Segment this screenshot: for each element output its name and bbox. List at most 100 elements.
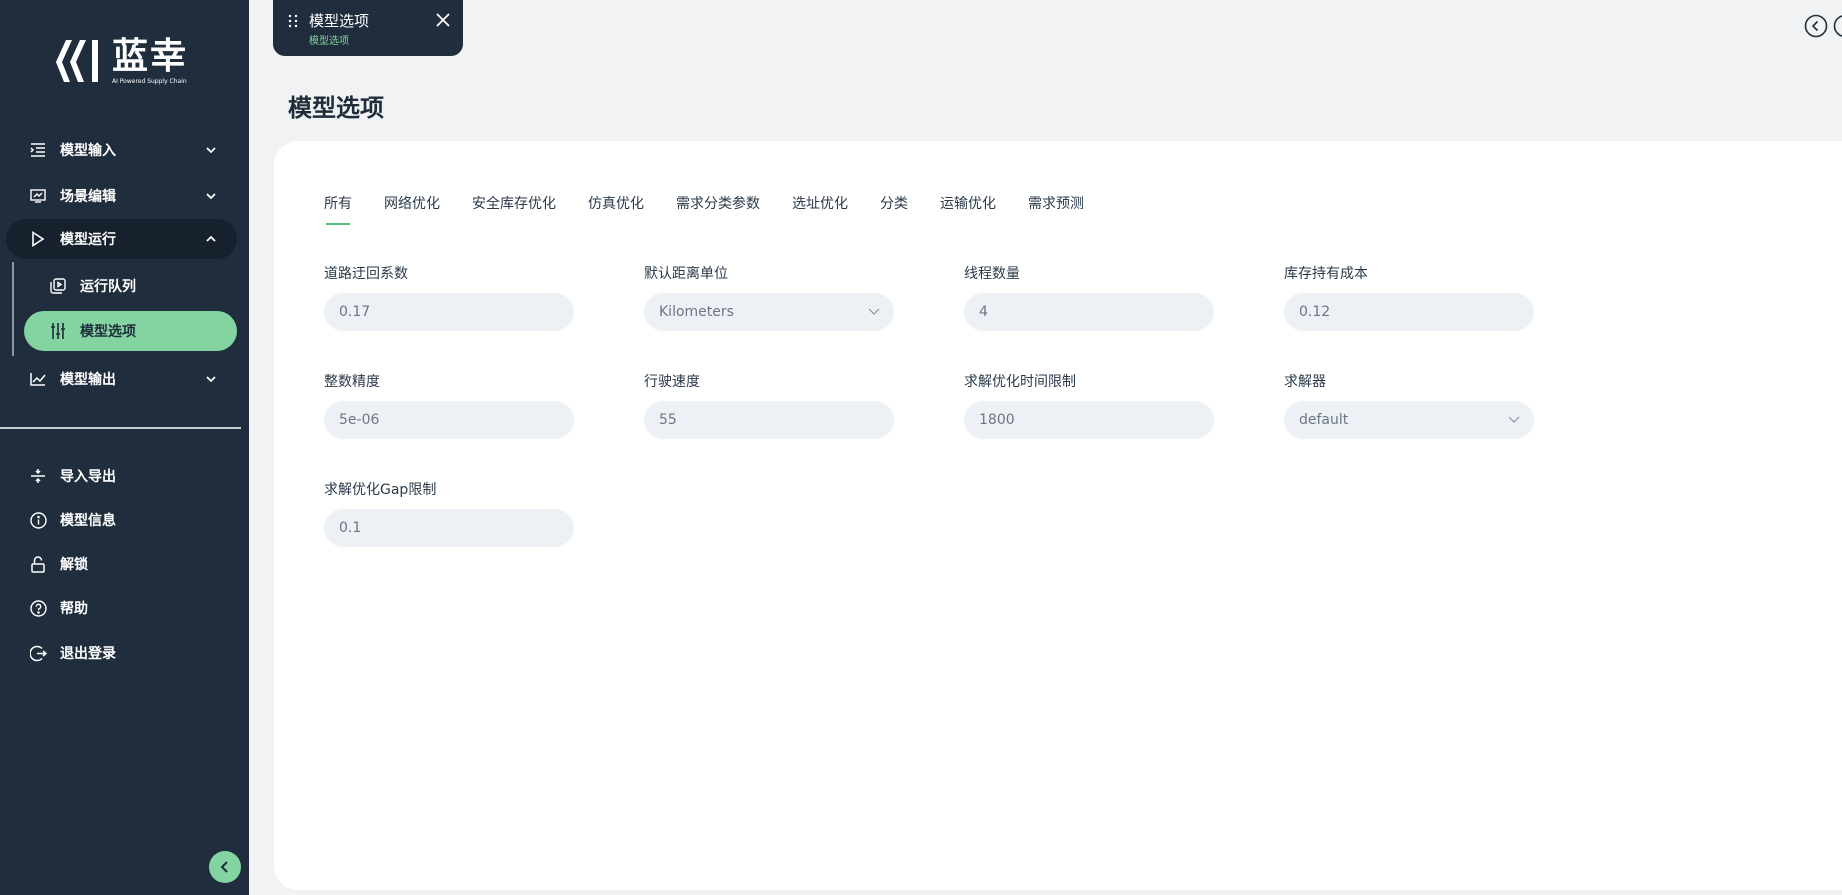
field-road-circuity: 道路迂回系数 0.17 [324, 263, 574, 331]
sidebar-item-scenario-edit[interactable]: 场景编辑 [6, 176, 237, 216]
field-driving-speed: 行驶速度 55 [644, 371, 894, 439]
sidebar-item-label: 解锁 [60, 557, 88, 573]
tab-subtitle: 模型选项 [309, 36, 349, 47]
sliders-icon [48, 321, 68, 341]
page-nav-buttons [1804, 14, 1842, 38]
sidebar-item-label: 帮助 [60, 601, 88, 617]
field-default-distance-unit: 默认距离单位 Kilometers [644, 263, 894, 331]
play-icon [28, 229, 48, 249]
tab-all[interactable]: 所有 [324, 193, 352, 227]
sidebar-item-label: 场景编辑 [60, 189, 116, 205]
sidebar-item-help[interactable]: 帮助 [6, 588, 237, 628]
distance-unit-select[interactable]: Kilometers [644, 293, 894, 331]
tab-simulation-optimization[interactable]: 仿真优化 [588, 193, 644, 227]
driving-speed-input[interactable]: 55 [644, 401, 894, 439]
field-value: 5e-06 [339, 412, 380, 428]
field-label: 求解优化Gap限制 [324, 482, 437, 498]
field-label: 行驶速度 [644, 374, 700, 390]
holding-cost-input[interactable]: 0.12 [1284, 293, 1534, 331]
sidebar-item-label: 模型输出 [60, 372, 116, 388]
unlock-icon [28, 554, 48, 574]
road-circuity-input[interactable]: 0.17 [324, 293, 574, 331]
tab-demand-forecast[interactable]: 需求预测 [1028, 193, 1084, 227]
sidebar-item-label: 模型输入 [60, 143, 116, 159]
sidebar-item-model-options[interactable]: 模型选项 [24, 311, 237, 351]
logo-chinese-text: 蓝幸 [112, 35, 189, 77]
collapse-sidebar-button[interactable] [209, 851, 241, 883]
logo-tagline: AI Powered Supply Chain [112, 77, 187, 85]
chevron-left-icon [220, 858, 230, 877]
field-label: 求解优化时间限制 [964, 374, 1076, 390]
tab-network-optimization[interactable]: 网络优化 [384, 193, 440, 227]
field-label: 线程数量 [964, 266, 1020, 282]
chevron-down-icon [868, 304, 880, 316]
sidebar-item-model-output[interactable]: 模型输出 [6, 359, 237, 399]
solver-select[interactable]: default [1284, 401, 1534, 439]
tab-site-selection-optimization[interactable]: 选址优化 [792, 193, 848, 227]
tab-demand-classification-params[interactable]: 需求分类参数 [676, 193, 760, 227]
drag-handle-icon[interactable] [288, 13, 298, 28]
field-inventory-holding-cost: 库存持有成本 0.12 [1284, 263, 1534, 331]
sidebar: 蓝幸 AI Powered Supply Chain 模型输入 场景编辑 模型运… [0, 0, 249, 895]
tab-safety-stock-optimization[interactable]: 安全库存优化 [472, 193, 556, 227]
gap-limit-input[interactable]: 0.1 [324, 509, 574, 547]
help-icon [28, 598, 48, 618]
field-value: 4 [979, 304, 988, 320]
sidebar-item-label: 模型选项 [80, 324, 136, 340]
logo-mark-icon [52, 34, 112, 88]
sidebar-item-label: 模型运行 [60, 232, 116, 248]
sidebar-item-logout[interactable]: 退出登录 [6, 633, 237, 673]
sidebar-item-label: 退出登录 [60, 646, 116, 662]
sidebar-item-model-info[interactable]: 模型信息 [6, 500, 237, 540]
field-gap-limit: 求解优化Gap限制 0.1 [324, 479, 574, 547]
options-tabs: 所有 网络优化 安全库存优化 仿真优化 需求分类参数 选址优化 分类 运输优化 … [324, 193, 1116, 227]
sidebar-item-model-input[interactable]: 模型输入 [6, 130, 237, 170]
field-integer-precision: 整数精度 5e-06 [324, 371, 574, 439]
tab-title: 模型选项 [309, 12, 370, 30]
field-label: 默认距离单位 [644, 266, 728, 282]
chevron-up-icon [203, 231, 219, 247]
field-label: 道路迂回系数 [324, 266, 408, 282]
sidebar-item-label: 模型信息 [60, 513, 116, 529]
sidebar-item-import-export[interactable]: 导入导出 [6, 456, 237, 496]
sidebar-item-model-run[interactable]: 模型运行 [6, 219, 237, 259]
tab-transport-optimization[interactable]: 运输优化 [940, 193, 996, 227]
integer-precision-input[interactable]: 5e-06 [324, 401, 574, 439]
chevron-down-icon [1508, 412, 1520, 424]
sidebar-item-label: 运行队列 [80, 279, 136, 295]
submenu-guide-line [12, 262, 14, 356]
field-label: 求解器 [1284, 374, 1326, 390]
logo: 蓝幸 AI Powered Supply Chain [52, 34, 202, 88]
field-value: 0.17 [339, 304, 371, 320]
time-limit-input[interactable]: 1800 [964, 401, 1214, 439]
field-value: 0.12 [1299, 304, 1331, 320]
sidebar-item-run-queue[interactable]: 运行队列 [24, 266, 237, 306]
list-indent-icon [28, 140, 48, 160]
field-value: default [1299, 412, 1349, 428]
field-label: 整数精度 [324, 374, 380, 390]
import-export-icon [28, 466, 48, 486]
queue-icon [48, 276, 68, 296]
sidebar-divider [0, 427, 241, 429]
field-label: 库存持有成本 [1284, 266, 1368, 282]
page-title: 模型选项 [288, 94, 384, 122]
tab-classification[interactable]: 分类 [880, 193, 908, 227]
sidebar-item-label: 导入导出 [60, 469, 116, 485]
forward-circle-icon[interactable] [1833, 14, 1842, 38]
field-value: 55 [659, 412, 677, 428]
logout-icon [28, 643, 48, 663]
sidebar-item-unlock[interactable]: 解锁 [6, 544, 237, 584]
info-icon [28, 510, 48, 530]
close-icon[interactable] [435, 12, 451, 28]
thread-count-input[interactable]: 4 [964, 293, 1214, 331]
field-value: 1800 [979, 412, 1015, 428]
line-chart-icon [28, 369, 48, 389]
field-solver: 求解器 default [1284, 371, 1534, 439]
open-tab-model-options[interactable]: 模型选项 模型选项 [273, 0, 463, 56]
chart-edit-icon [28, 186, 48, 206]
field-solve-time-limit: 求解优化时间限制 1800 [964, 371, 1214, 439]
chevron-down-icon [203, 371, 219, 387]
chevron-down-icon [203, 188, 219, 204]
back-circle-icon[interactable] [1804, 14, 1828, 38]
field-value: 0.1 [339, 520, 362, 536]
